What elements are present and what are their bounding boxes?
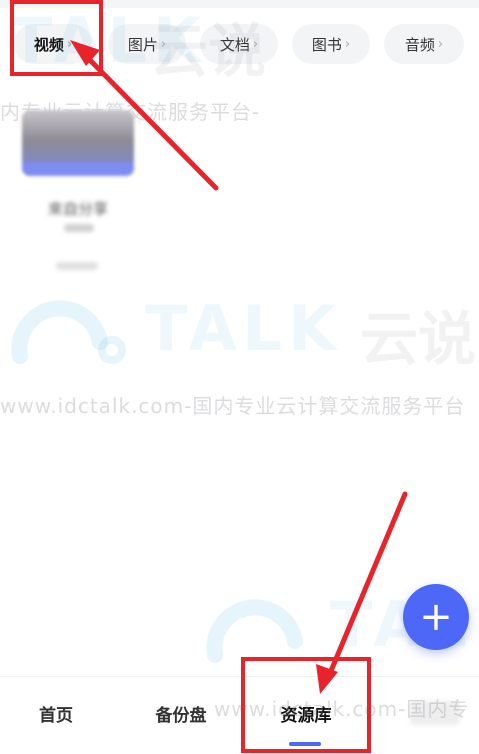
nav-home[interactable]: 首页	[24, 701, 88, 729]
tab-documents[interactable]: 文档 ›	[200, 24, 278, 64]
nav-backup-disk[interactable]: 备份盘	[140, 701, 222, 729]
tab-audio[interactable]: 音频 ›	[384, 24, 464, 64]
watermark-logo-text-mid: TALK	[145, 292, 343, 365]
tab-images[interactable]: 图片 ›	[108, 24, 186, 64]
annotation-highlight-library	[241, 657, 371, 753]
watermark-cn-mid: 云说	[360, 305, 477, 373]
album-thumbnail-bar	[22, 162, 134, 176]
tab-documents-label: 文档	[219, 35, 250, 54]
album-thumbnail[interactable]	[22, 110, 134, 176]
chevron-right-icon: ›	[160, 36, 167, 52]
watermark-url-mid: www.idctalk.com-国内专业云计算交流服务平台	[0, 394, 466, 418]
plus-icon: +	[419, 594, 453, 640]
album-extra	[56, 262, 98, 270]
tab-books[interactable]: 图书 ›	[292, 24, 370, 64]
tab-audio-label: 音频	[404, 35, 435, 54]
chevron-right-icon: ›	[344, 36, 351, 52]
chevron-right-icon: ›	[252, 36, 259, 52]
album-title[interactable]: 來自分享	[22, 198, 134, 219]
chevron-right-icon: ›	[437, 36, 444, 52]
album-count	[64, 224, 94, 232]
annotation-highlight-video	[10, 0, 103, 76]
add-button[interactable]: +	[403, 584, 469, 650]
tab-images-label: 图片	[127, 35, 158, 54]
bottom-navigation: 首页 备份盘 资源库	[0, 676, 479, 754]
nav-extra-item[interactable]	[410, 701, 460, 725]
watermark-cloud-icon	[11, 300, 126, 364]
tab-books-label: 图书	[311, 35, 342, 54]
